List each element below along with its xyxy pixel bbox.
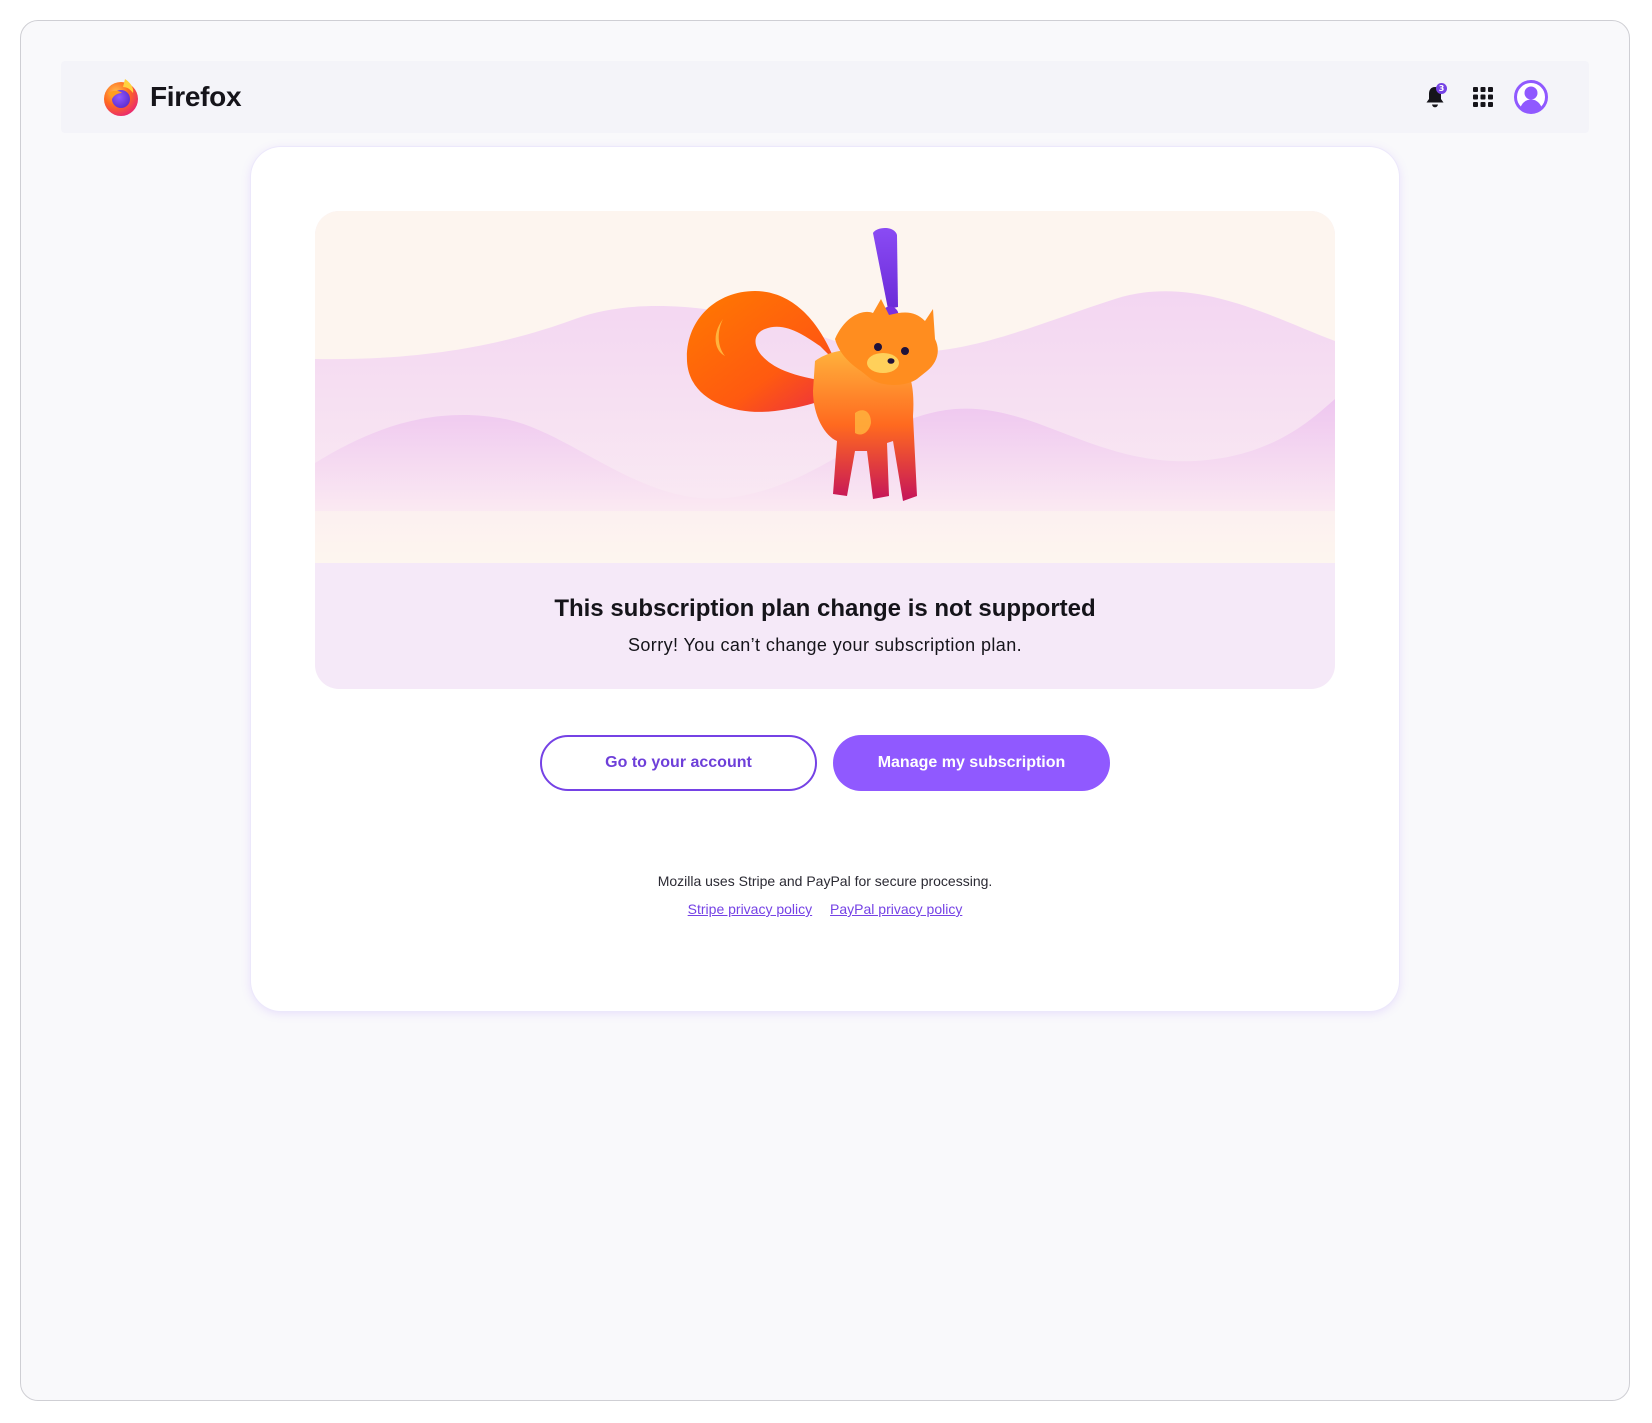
brand-name: Firefox [150, 81, 242, 112]
stripe-privacy-link[interactable]: Stripe privacy policy [688, 901, 813, 917]
avatar-icon [1514, 80, 1548, 114]
payment-legal: Mozilla uses Stripe and PayPal for secur… [251, 873, 1399, 917]
error-title: This subscription plan change is not sup… [554, 595, 1096, 622]
browser-window: Firefox 3 This subscription plan change … [20, 20, 1630, 1401]
firefox-logo-icon [104, 79, 138, 116]
action-buttons: Go to your account Manage my subscriptio… [251, 735, 1399, 791]
apps-menu-button[interactable] [1465, 79, 1501, 115]
site-header: Firefox 3 [61, 61, 1589, 133]
privacy-links: Stripe privacy policy PayPal privacy pol… [251, 901, 1399, 917]
notifications-button[interactable]: 3 [1417, 79, 1453, 115]
account-avatar-button[interactable] [1513, 79, 1549, 115]
firefox-brand[interactable]: Firefox [101, 77, 242, 117]
paypal-privacy-link[interactable]: PayPal privacy policy [830, 901, 962, 917]
error-hero: This subscription plan change is not sup… [315, 211, 1335, 689]
notification-count-badge: 3 [1436, 83, 1447, 94]
error-card: This subscription plan change is not sup… [251, 147, 1399, 1011]
manage-subscription-button[interactable]: Manage my subscription [833, 735, 1110, 791]
fox-exclamation-illustration [315, 211, 1335, 563]
go-to-account-button[interactable]: Go to your account [540, 735, 817, 791]
secure-processing-note: Mozilla uses Stripe and PayPal for secur… [657, 873, 993, 889]
error-subtitle: Sorry! You can’t change your subscriptio… [627, 635, 1023, 655]
grid-icon [1473, 87, 1493, 107]
header-actions: 3 [1405, 79, 1549, 115]
error-message: This subscription plan change is not sup… [315, 563, 1335, 689]
